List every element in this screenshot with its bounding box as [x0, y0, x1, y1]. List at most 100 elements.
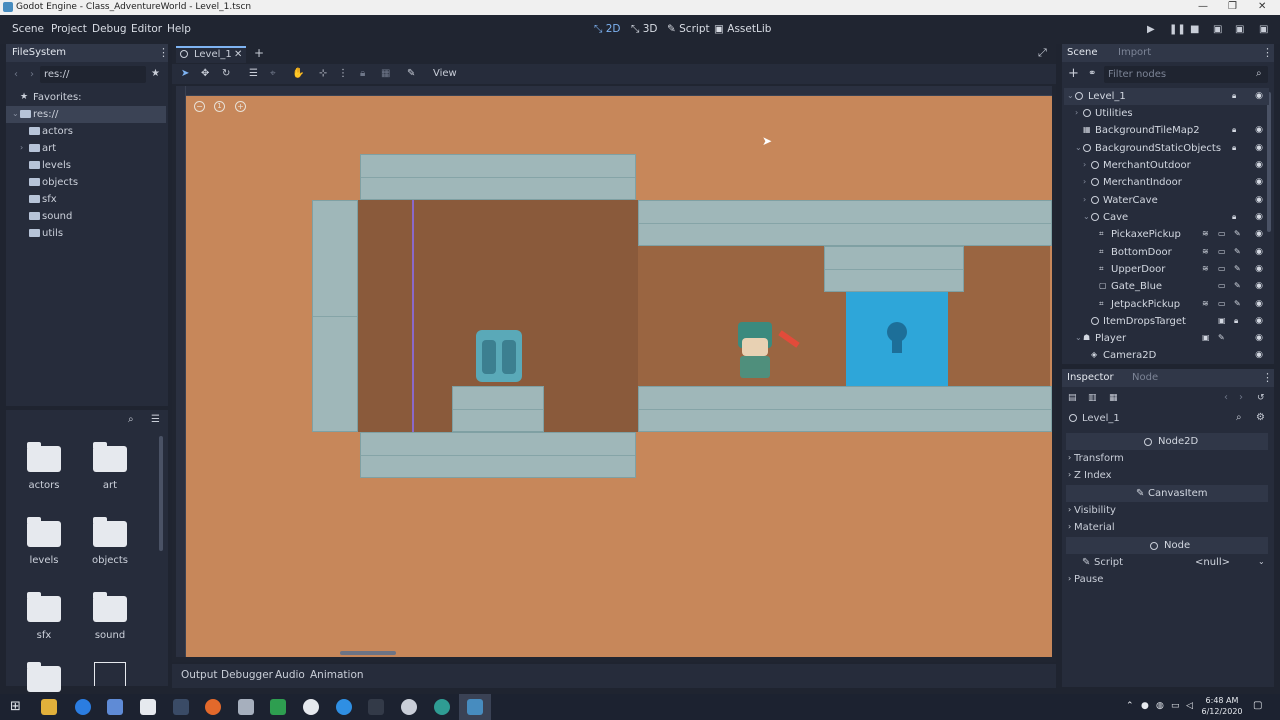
pivot-tool-icon[interactable]: ⌖ — [270, 68, 276, 79]
visibility-icon[interactable]: ◉ — [1255, 143, 1263, 153]
dock-menu-icon[interactable]: ⋮ — [1262, 371, 1273, 384]
grid-folder-sfx[interactable] — [27, 592, 61, 622]
lock-icon[interactable]: 🔒︎ — [1232, 212, 1236, 222]
tree-node-level1[interactable]: ⌄ Level_1 🔒︎ ◉ — [1064, 88, 1269, 105]
taskbar-date[interactable]: 6/12/2020 — [1200, 707, 1244, 716]
visibility-icon[interactable]: ◉ — [1255, 316, 1263, 326]
visibility-icon[interactable]: ◉ — [1255, 333, 1263, 343]
signal-icon[interactable]: ≋ — [1202, 264, 1209, 273]
play-custom-scene-icon[interactable]: ▣ — [1235, 24, 1244, 35]
app-icon[interactable] — [238, 699, 254, 715]
list-select-icon[interactable]: ☰ — [249, 68, 258, 79]
tree-node-camera2d[interactable]: ◈ Camera2D ◉ — [1064, 347, 1269, 361]
mode-script-button[interactable]: ✎ Script — [667, 23, 710, 35]
open-resource-icon[interactable]: ▥ — [1088, 393, 1097, 403]
script-icon[interactable]: ✎ — [1234, 281, 1241, 290]
visibility-icon[interactable]: ◉ — [1255, 125, 1263, 135]
viewport-h-scrollbar[interactable] — [340, 651, 396, 655]
view-menu[interactable]: View — [433, 68, 457, 79]
file-explorer-icon[interactable] — [41, 699, 57, 715]
snap-icon[interactable]: ⊹ — [319, 68, 327, 79]
lock-icon[interactable]: 🔒︎ — [1234, 316, 1238, 326]
visibility-icon[interactable]: ◉ — [1255, 350, 1263, 360]
search-icon[interactable]: ⌕ — [1236, 412, 1242, 423]
grid-folder-partial[interactable] — [27, 662, 61, 692]
tree-node-player[interactable]: ⌄ ☗ Player ▣ ✎ ◉ — [1064, 330, 1269, 347]
zoom-reset-button[interactable]: 1 — [214, 101, 225, 112]
visibility-icon[interactable]: ◉ — [1255, 160, 1263, 170]
zoom-out-button[interactable]: − — [194, 101, 205, 112]
visibility-icon[interactable]: ◉ — [1255, 212, 1263, 222]
menu-editor[interactable]: Editor — [131, 23, 162, 35]
property-script[interactable]: ✎ Script <null> ⌄ — [1066, 554, 1268, 571]
discord-icon[interactable] — [434, 699, 450, 715]
tab-output[interactable]: Output — [181, 669, 217, 681]
list-view-icon[interactable]: ☰ — [151, 414, 160, 425]
terminal-icon[interactable] — [140, 699, 156, 715]
object-properties-icon[interactable]: ⚙ — [1256, 412, 1265, 423]
edge-icon[interactable] — [75, 699, 91, 715]
movie-icon[interactable]: ▣ — [1259, 24, 1268, 35]
instance-icon[interactable]: ▣ — [1202, 333, 1210, 342]
folder-item-sound[interactable]: sound — [6, 208, 166, 225]
lock-icon[interactable]: 🔒︎ — [1232, 91, 1236, 101]
group-icon[interactable]: ▭ — [1218, 229, 1226, 238]
favorite-star-icon[interactable]: ★ — [151, 68, 160, 79]
favorites-item[interactable]: ★ Favorites: — [6, 89, 166, 106]
filesystem-tab[interactable]: FileSystem — [12, 47, 66, 58]
jetpack-pickup[interactable] — [476, 330, 522, 382]
visibility-icon[interactable]: ◉ — [1255, 281, 1263, 291]
group-icon[interactable]: ▦ — [381, 68, 390, 79]
history-back-icon[interactable]: ‹ — [1224, 392, 1228, 403]
visibility-icon[interactable]: ◉ — [1255, 195, 1263, 205]
bone-icon[interactable]: ✎ — [407, 68, 415, 79]
menu-scene[interactable]: Scene — [12, 23, 44, 35]
minimize-button[interactable]: — — [1198, 1, 1208, 12]
visibility-icon[interactable]: ◉ — [1255, 177, 1263, 187]
folder-item-levels[interactable]: levels — [6, 157, 166, 174]
tree-node-gate-blue[interactable]: ▢ Gate_Blue ▭ ✎ ◉ — [1064, 278, 1269, 295]
tree-node-cave[interactable]: ⌄ Cave 🔒︎ ◉ — [1064, 209, 1269, 226]
property-visibility[interactable]: › Visibility — [1066, 502, 1268, 519]
visibility-icon[interactable]: ◉ — [1255, 247, 1263, 257]
signal-icon[interactable]: ≋ — [1202, 247, 1209, 256]
add-node-icon[interactable]: + — [1068, 66, 1079, 81]
mode-assetlib-button[interactable]: ▣ AssetLib — [714, 23, 771, 35]
move-tool-icon[interactable]: ✥ — [201, 68, 209, 79]
visibility-icon[interactable]: ◉ — [1255, 264, 1263, 274]
res-root-item[interactable]: ⌄ res:// — [6, 106, 166, 123]
script-icon[interactable]: ✎ — [1218, 333, 1225, 342]
visibility-icon[interactable]: ◉ — [1255, 91, 1263, 101]
inspector-object-name[interactable]: Level_1 — [1082, 413, 1120, 424]
scene-tab-level1[interactable]: Level_1 ✕ — [176, 46, 246, 63]
tree-node-merchantoutdoor[interactable]: › MerchantOutdoor ◉ — [1064, 157, 1269, 174]
tab-animation[interactable]: Animation — [310, 669, 364, 681]
clock-app-icon[interactable] — [401, 699, 417, 715]
tree-node-watercave[interactable]: › WaterCave ◉ — [1064, 192, 1269, 209]
rotate-tool-icon[interactable]: ↻ — [222, 68, 230, 79]
folder-item-art[interactable]: › art — [6, 140, 166, 157]
property-transform[interactable]: › Transform — [1066, 450, 1268, 467]
player-sprite[interactable] — [736, 322, 774, 380]
tree-node-backgroundstaticobjects[interactable]: ⌄ BackgroundStaticObjects 🔒︎ ◉ — [1064, 140, 1269, 157]
grid-folder-art[interactable] — [93, 442, 127, 472]
folder-item-sfx[interactable]: sfx — [6, 191, 166, 208]
obs-icon[interactable] — [368, 699, 384, 715]
tree-node-backgroundtilemap2[interactable]: ▦ BackgroundTileMap2 🔒︎ ◉ — [1064, 122, 1269, 139]
save-resource-icon[interactable]: ▦ — [1109, 393, 1118, 403]
tree-node-utilities[interactable]: › Utilities — [1064, 105, 1269, 122]
chevron-down-icon[interactable]: ⌄ — [1258, 557, 1265, 566]
network-icon[interactable]: ▭ — [1171, 701, 1180, 711]
tree-node-itemdropstarget[interactable]: ItemDropsTarget ▣ 🔒︎ ◉ — [1064, 313, 1269, 330]
firefox-icon[interactable] — [205, 699, 221, 715]
signal-icon[interactable]: ≋ — [1202, 229, 1209, 238]
menu-debug[interactable]: Debug — [92, 23, 127, 35]
zoom-in-button[interactable]: + — [235, 101, 246, 112]
script-icon[interactable]: ✎ — [1234, 247, 1241, 256]
play-icon[interactable]: ▶ — [1147, 24, 1155, 35]
group-icon[interactable]: ▣ — [1218, 316, 1226, 325]
tray-app-icon[interactable]: ● — [1141, 701, 1149, 711]
script-icon[interactable]: ✎ — [1234, 299, 1241, 308]
visual-studio-icon[interactable] — [107, 699, 123, 715]
property-pause[interactable]: › Pause — [1066, 571, 1268, 588]
